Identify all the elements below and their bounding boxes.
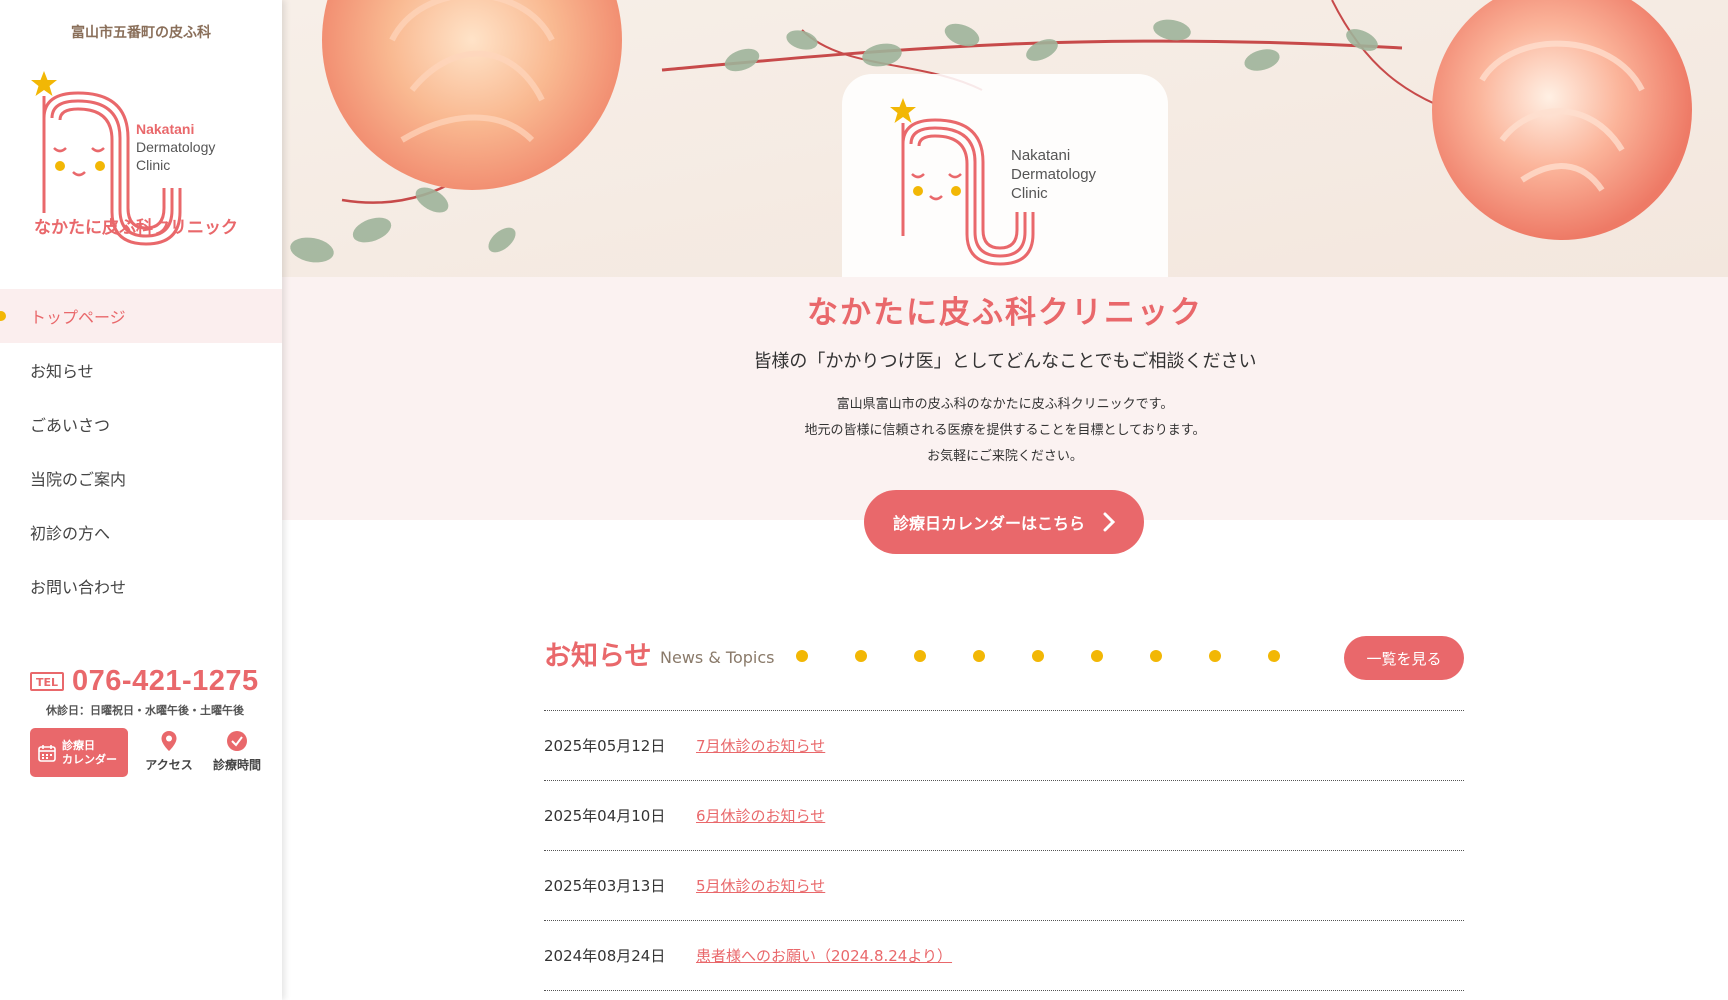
decorative-dots <box>796 650 1280 662</box>
check-clock-icon <box>227 731 247 751</box>
svg-text:なかたに皮ふ科クリニック: なかたに皮ふ科クリニック <box>34 217 238 238</box>
news-date: 2025年05月12日 <box>544 737 666 755</box>
nav-item-contact[interactable]: お問い合わせ <box>0 559 282 613</box>
news-subtitle: News & Topics <box>660 648 775 667</box>
site-tagline: 富山市五番町の皮ふ科 <box>71 25 211 41</box>
hero-banner: Nakatani Dermatology Clinic <box>282 0 1728 277</box>
news-date: 2024年08月24日 <box>544 947 666 965</box>
closed-days: 休診日：日曜祝日・水曜午後・土曜午後 <box>46 704 244 717</box>
quick-buttons: 診療日 カレンダー アクセス 診療時間 <box>30 728 264 777</box>
svg-text:Dermatology: Dermatology <box>1011 166 1097 183</box>
chevron-right-icon <box>1103 512 1115 532</box>
dot <box>796 650 808 662</box>
nav-item-top[interactable]: トップページ <box>0 289 282 343</box>
news-date: 2025年04月10日 <box>544 807 666 825</box>
main-content: Nakatani Dermatology Clinic なかたに皮ふ科クリニック… <box>282 0 1728 1000</box>
news-title: お知らせ <box>544 641 652 672</box>
news-item: 2025年04月10日 6月休診のお知らせ <box>544 781 1464 851</box>
dot <box>855 650 867 662</box>
map-pin-icon <box>161 731 177 751</box>
clinic-name-heading: なかたに皮ふ科クリニック <box>807 295 1203 331</box>
news-date: 2025年03月13日 <box>544 877 666 895</box>
calendar-cta-button[interactable]: 診療日カレンダーはこちら <box>864 490 1144 554</box>
access-button[interactable]: アクセス <box>142 728 196 773</box>
news-item: 2024年08月24日 患者様へのお願い（2024.8.24より） <box>544 921 1464 991</box>
news-list: 2025年05月12日 7月休診のお知らせ 2025年04月10日 6月休診のお… <box>544 710 1464 991</box>
nav-item-first-visit[interactable]: 初診の方へ <box>0 505 282 559</box>
news-item: 2025年03月13日 5月休診のお知らせ <box>544 851 1464 921</box>
sidebar: 富山市五番町の皮ふ科 Nakatani Dermatology Clinic な… <box>0 0 282 1000</box>
news-link[interactable]: 5月休診のお知らせ <box>696 875 825 896</box>
tel-badge: TEL <box>30 672 65 691</box>
clinic-logo[interactable]: Nakatani Dermatology Clinic なかたに皮ふ科クリニック <box>28 68 258 258</box>
calendar-icon <box>38 744 56 762</box>
active-dot <box>0 311 6 321</box>
svg-text:Dermatology: Dermatology <box>136 139 215 155</box>
svg-text:Nakatani: Nakatani <box>1011 147 1070 164</box>
intro-text: 富山県富山市の皮ふ科のなかたに皮ふ科クリニックです。 地元の皆様に信頼される医療… <box>804 397 1206 464</box>
news-item: 2025年05月12日 7月休診のお知らせ <box>544 711 1464 781</box>
nav-item-greeting[interactable]: ごあいさつ <box>0 397 282 451</box>
dot <box>914 650 926 662</box>
dot <box>1268 650 1280 662</box>
dot <box>1150 650 1162 662</box>
phone-block: TEL 076-421-1275 休診日：日曜祝日・水曜午後・土曜午後 <box>30 665 260 718</box>
sidebar-nav: トップページ お知らせ ごあいさつ 当院のご案内 初診の方へ お問い合わせ <box>0 289 282 613</box>
nav-item-news[interactable]: お知らせ <box>0 343 282 397</box>
hours-button[interactable]: 診療時間 <box>210 728 264 773</box>
star-icon <box>31 71 57 96</box>
nav-item-guide[interactable]: 当院のご案内 <box>0 451 282 505</box>
intro-section: なかたに皮ふ科クリニック 皆様の「かかりつけ医」としてどんなことでもご相談くださ… <box>282 277 1728 520</box>
intro-subtitle: 皆様の「かかりつけ医」としてどんなことでもご相談ください <box>753 351 1257 372</box>
svg-text:Nakatani: Nakatani <box>136 121 194 137</box>
dot <box>973 650 985 662</box>
svg-text:Clinic: Clinic <box>1011 185 1048 202</box>
svg-text:Clinic: Clinic <box>136 157 170 173</box>
star-icon <box>890 98 916 123</box>
dot <box>1209 650 1221 662</box>
news-header: お知らせ News & Topics 一覧を見る <box>544 630 1464 682</box>
dot <box>1091 650 1103 662</box>
calendar-button[interactable]: 診療日 カレンダー <box>30 728 128 777</box>
news-link[interactable]: 患者様へのお願い（2024.8.24より） <box>696 945 952 966</box>
view-all-button[interactable]: 一覧を見る <box>1344 636 1464 680</box>
news-link[interactable]: 7月休診のお知らせ <box>696 735 825 756</box>
dot <box>1032 650 1044 662</box>
hero-logo: Nakatani Dermatology Clinic <box>890 98 1097 266</box>
phone-number[interactable]: 076-421-1275 <box>72 665 259 698</box>
news-link[interactable]: 6月休診のお知らせ <box>696 805 825 826</box>
news-section: お知らせ News & Topics 一覧を見る 2025年05月12日 7月休… <box>544 630 1464 991</box>
